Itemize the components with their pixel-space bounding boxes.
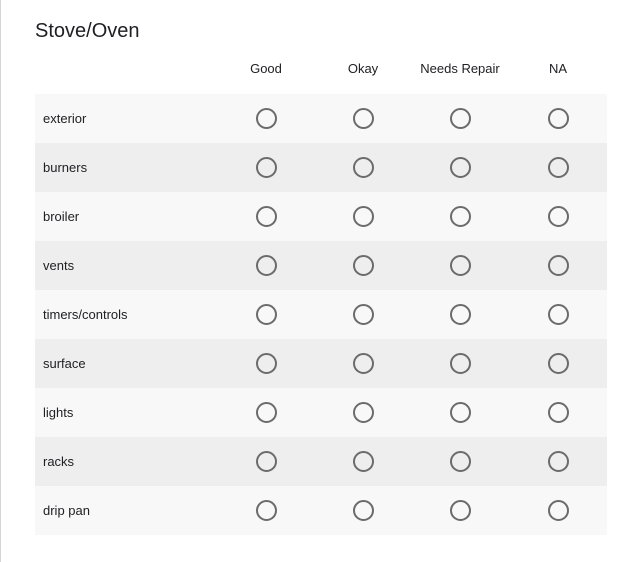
row-label-vents: vents <box>43 258 75 273</box>
grid-row-exterior: exterior <box>35 94 607 143</box>
radio-lights-okay[interactable] <box>352 402 374 423</box>
grid-column-header: Good Okay Needs Repair NA <box>35 60 607 78</box>
radio-broiler-needs-repair[interactable] <box>449 206 471 227</box>
row-label-racks: racks <box>43 454 75 469</box>
radio-racks-okay[interactable] <box>352 451 374 472</box>
grid-row-vents: vents <box>35 241 607 290</box>
row-label-exterior: exterior <box>43 111 87 126</box>
grid-row-broiler: broiler <box>35 192 607 241</box>
page-left-border <box>0 0 1 562</box>
radio-drip-pan-needs-repair[interactable] <box>449 500 471 521</box>
column-label-good: Good <box>250 61 282 76</box>
radio-burners-good[interactable] <box>255 157 277 178</box>
column-label-needs-repair: Needs Repair <box>420 61 500 76</box>
row-label-lights: lights <box>43 405 74 420</box>
radio-vents-good[interactable] <box>255 255 277 276</box>
radio-lights-needs-repair[interactable] <box>449 402 471 423</box>
radio-racks-needs-repair[interactable] <box>449 451 471 472</box>
radio-timers-controls-okay[interactable] <box>352 304 374 325</box>
radio-exterior-na[interactable] <box>547 108 569 129</box>
radio-broiler-good[interactable] <box>255 206 277 227</box>
radio-racks-na[interactable] <box>547 451 569 472</box>
radio-broiler-okay[interactable] <box>352 206 374 227</box>
radio-drip-pan-okay[interactable] <box>352 500 374 521</box>
row-label-timers-controls: timers/controls <box>43 307 128 322</box>
row-label-drip-pan: drip pan <box>43 503 90 518</box>
grid-row-burners: burners <box>35 143 607 192</box>
radio-vents-okay[interactable] <box>352 255 374 276</box>
radio-racks-good[interactable] <box>255 451 277 472</box>
radio-surface-needs-repair[interactable] <box>449 353 471 374</box>
grid-row-racks: racks <box>35 437 607 486</box>
radio-exterior-okay[interactable] <box>352 108 374 129</box>
radio-surface-good[interactable] <box>255 353 277 374</box>
radio-broiler-na[interactable] <box>547 206 569 227</box>
row-label-broiler: broiler <box>43 209 80 224</box>
grid-row-lights: lights <box>35 388 607 437</box>
radio-burners-needs-repair[interactable] <box>449 157 471 178</box>
column-label-okay: Okay <box>347 61 379 76</box>
grid-row-drip-pan: drip pan <box>35 486 607 535</box>
grid-row-surface: surface <box>35 339 607 388</box>
radio-lights-na[interactable] <box>547 402 569 423</box>
question-title: Stove/Oven <box>35 20 140 42</box>
radio-timers-controls-na[interactable] <box>547 304 569 325</box>
radio-surface-okay[interactable] <box>352 353 374 374</box>
choice-grid: exterior burners broiler vents timers/contro… <box>35 94 607 535</box>
radio-surface-na[interactable] <box>547 353 569 374</box>
radio-vents-na[interactable] <box>547 255 569 276</box>
radio-drip-pan-na[interactable] <box>547 500 569 521</box>
stove-oven-question: Stove/Oven Good Okay Needs Repair NA ext… <box>35 0 607 562</box>
radio-vents-needs-repair[interactable] <box>449 255 471 276</box>
row-label-burners: burners <box>43 160 88 175</box>
radio-timers-controls-needs-repair[interactable] <box>449 304 471 325</box>
radio-exterior-needs-repair[interactable] <box>449 108 471 129</box>
radio-drip-pan-good[interactable] <box>255 500 277 521</box>
radio-burners-okay[interactable] <box>352 157 374 178</box>
radio-lights-good[interactable] <box>255 402 277 423</box>
radio-burners-na[interactable] <box>547 157 569 178</box>
radio-timers-controls-good[interactable] <box>255 304 277 325</box>
row-label-surface: surface <box>43 356 86 371</box>
column-label-na: NA <box>548 61 568 76</box>
radio-exterior-good[interactable] <box>255 108 277 129</box>
grid-row-timers-controls: timers/controls <box>35 290 607 339</box>
